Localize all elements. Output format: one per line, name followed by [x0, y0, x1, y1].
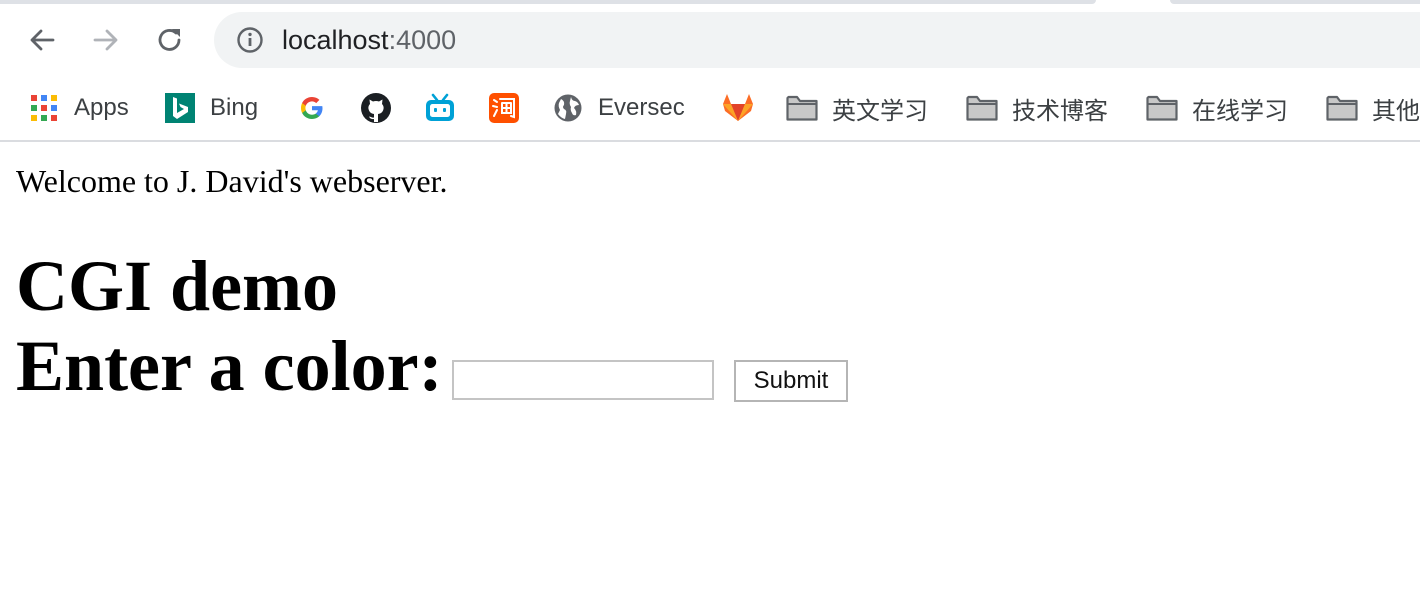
reload-icon [158, 29, 181, 51]
bookmark-eversec[interactable]: Eversec [552, 90, 685, 126]
bookmark-label: 英文学习 [832, 97, 928, 125]
bookmark-label: Bing [210, 94, 259, 121]
bing-icon [164, 92, 196, 124]
bookmark-label: Eversec [598, 94, 685, 121]
taobao-icon [488, 92, 520, 124]
bookmark-folder[interactable]: 英文学习 [786, 90, 928, 126]
page-content: Welcome to J. David's webserver. CGI dem… [0, 142, 1420, 596]
bookmark-github[interactable] [360, 90, 392, 126]
bookmark-bilibili[interactable] [424, 90, 456, 126]
folder-icon [1146, 92, 1178, 124]
bookmark-label: 技术博客 [1012, 97, 1108, 125]
info-icon[interactable] [236, 26, 264, 54]
bookmark-google[interactable] [296, 90, 328, 126]
bookmark-apps[interactable]: Apps [28, 90, 129, 126]
arrow-right-icon [93, 29, 118, 51]
arrow-left-icon [30, 29, 55, 51]
folder-icon [1326, 92, 1358, 124]
bookmarks-bar: Apps Bing Eversec 英文学习 技术博客 在线学习 其他 [0, 76, 1420, 142]
forward-button[interactable] [88, 22, 124, 58]
bookmark-label: 其他 [1372, 97, 1420, 125]
bookmark-bing[interactable]: Bing [164, 90, 258, 126]
bookmark-label: Apps [74, 94, 129, 121]
bookmark-folder[interactable]: 在线学习 [1146, 90, 1288, 126]
page-title: CGI demo [16, 246, 338, 326]
bilibili-icon [424, 92, 456, 124]
submit-button[interactable]: Submit [734, 360, 848, 402]
url-text[interactable]: localhost:4000 [282, 25, 456, 55]
apps-grid-icon [28, 92, 60, 124]
bookmark-folder[interactable]: 其他 [1326, 90, 1420, 126]
github-icon [360, 92, 392, 124]
form-label: Enter a color: [16, 326, 443, 406]
back-button[interactable] [24, 22, 60, 58]
google-icon [296, 92, 328, 124]
color-input[interactable] [452, 360, 714, 400]
globe-icon [552, 92, 584, 124]
browser-toolbar: localhost:4000 [0, 4, 1420, 76]
bookmark-label: 在线学习 [1192, 97, 1288, 125]
address-bar[interactable]: localhost:4000 [214, 12, 1420, 68]
welcome-text: Welcome to J. David's webserver. [16, 163, 448, 199]
url-host: localhost [282, 25, 389, 55]
bookmark-folder[interactable]: 技术博客 [966, 90, 1108, 126]
gitlab-icon [722, 92, 754, 124]
folder-icon [966, 92, 998, 124]
bookmark-taobao[interactable] [488, 90, 520, 126]
folder-icon [786, 92, 818, 124]
reload-button[interactable] [152, 22, 188, 58]
bookmark-gitlab[interactable] [722, 90, 754, 126]
url-port: :4000 [388, 25, 457, 55]
